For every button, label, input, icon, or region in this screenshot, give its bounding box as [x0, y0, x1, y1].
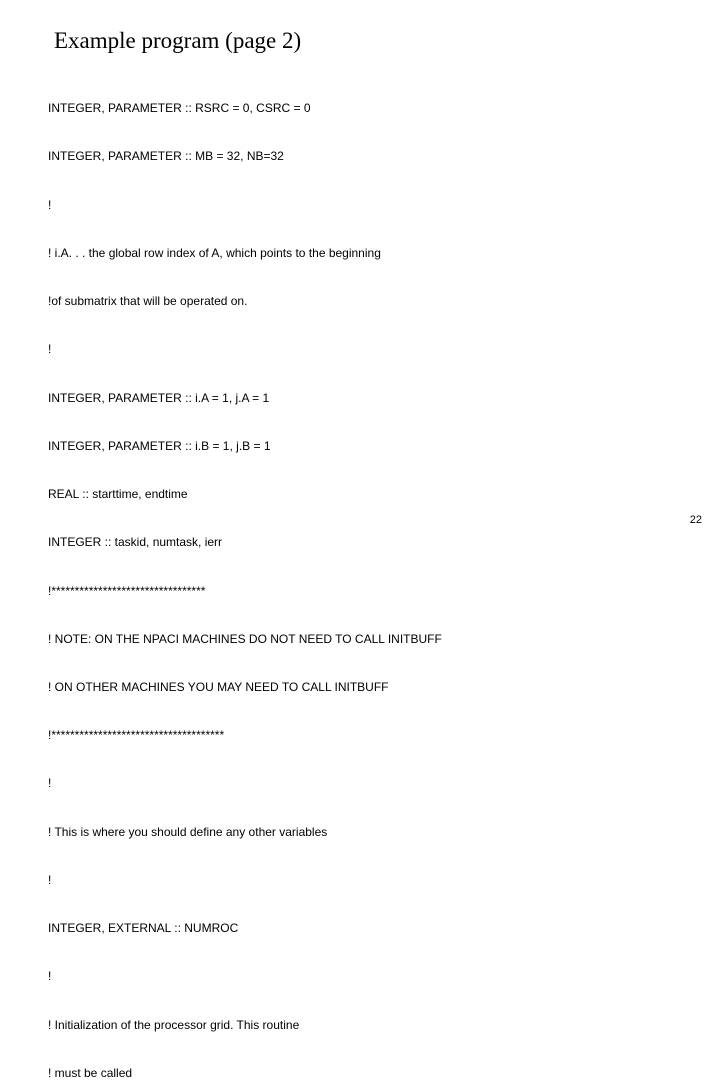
code-line: ! This is where you should define any ot… [48, 824, 672, 840]
code-line: ! must be called [48, 1065, 672, 1080]
code-line: INTEGER, PARAMETER :: i.B = 1, j.B = 1 [48, 438, 672, 454]
code-line: ! [48, 775, 672, 791]
code-line: INTEGER, PARAMETER :: i.A = 1, j.A = 1 [48, 390, 672, 406]
code-line: ! Initialization of the processor grid. … [48, 1017, 672, 1033]
code-line: ! [48, 968, 672, 984]
code-line: ! [48, 197, 672, 213]
code-line: ! [48, 341, 672, 357]
code-line: !********************************* [48, 583, 672, 599]
code-line: INTEGER, PARAMETER :: MB = 32, NB=32 [48, 148, 672, 164]
code-line: REAL :: starttime, endtime [48, 486, 672, 502]
code-line: INTEGER, EXTERNAL :: NUMROC [48, 920, 672, 936]
code-line: ! [48, 872, 672, 888]
code-line: !************************************* [48, 727, 672, 743]
code-line: INTEGER :: taskid, numtask, ierr [48, 534, 672, 550]
code-line: !of submatrix that will be operated on. [48, 293, 672, 309]
code-line: INTEGER, PARAMETER :: RSRC = 0, CSRC = 0 [48, 100, 672, 116]
slide-title: Example program (page 2) [54, 28, 672, 54]
code-line: ! NOTE: ON THE NPACI MACHINES DO NOT NEE… [48, 631, 672, 647]
page-number: 22 [690, 514, 702, 526]
code-block: INTEGER, PARAMETER :: RSRC = 0, CSRC = 0… [48, 68, 672, 1080]
code-line: ! ON OTHER MACHINES YOU MAY NEED TO CALL… [48, 679, 672, 695]
code-line: ! i.A. . . the global row index of A, wh… [48, 245, 672, 261]
